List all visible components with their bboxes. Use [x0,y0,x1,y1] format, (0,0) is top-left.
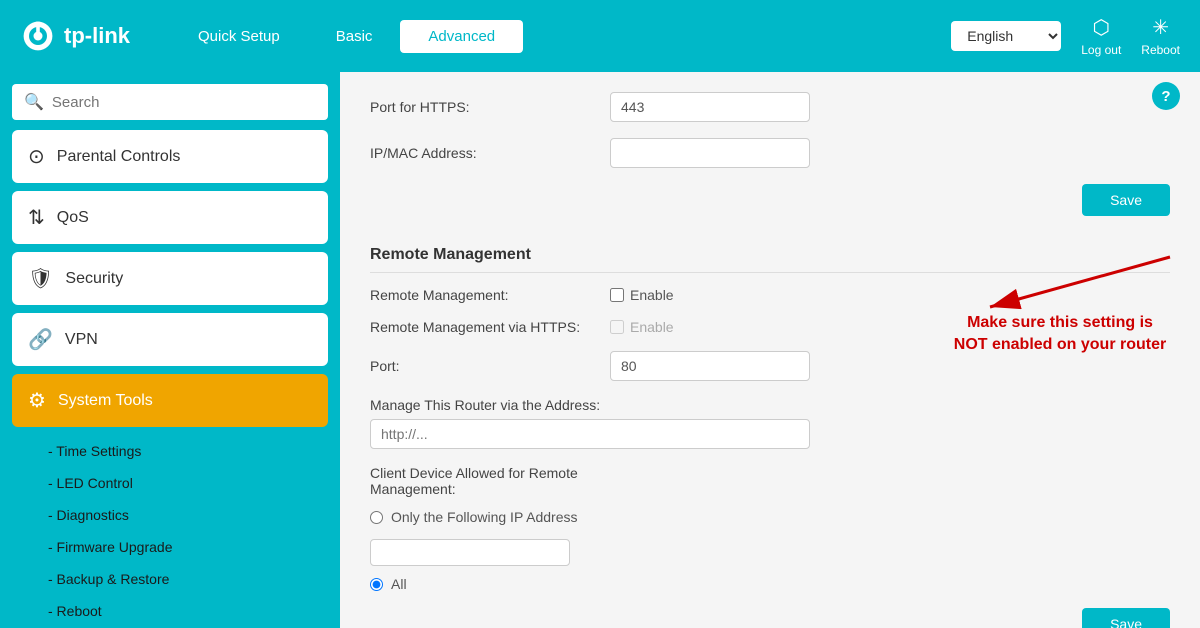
client-device-label: Client Device Allowed for Remote Managem… [370,465,610,497]
sidebar-item-qos[interactable]: ⇅ QoS [12,191,328,244]
sidebar-item-label: Security [65,270,123,288]
vpn-icon: 🔗 [28,327,53,352]
language-select[interactable]: English Chinese Spanish [951,21,1061,51]
save-row-remote: Save [370,608,1170,628]
radio-only-ip[interactable] [370,511,383,524]
ip-mac-group: IP/MAC Address: [370,138,1170,168]
remote-management-https-enable-label: Enable [630,319,674,335]
sidebar-item-parental-controls[interactable]: ⊙ Parental Controls [12,130,328,183]
sidebar-sub-reboot[interactable]: - Reboot [32,595,328,627]
sidebar-item-label: System Tools [58,392,153,410]
remote-management-checkbox-group: Enable [610,287,674,303]
security-icon: 🛡 [28,266,53,291]
sidebar-item-label: Parental Controls [57,148,181,166]
top-nav: tp-link Quick Setup Basic Advanced Engli… [0,0,1200,72]
remote-management-https-checkbox-group: Enable [610,319,674,335]
client-device-group: Client Device Allowed for Remote Managem… [370,465,1170,592]
sidebar-item-label: QoS [57,209,89,227]
help-icon[interactable]: ? [1152,82,1180,110]
content-area: ? Port for HTTPS: IP/MAC Address: Save R… [340,72,1200,628]
manage-address-label: Manage This Router via the Address: [370,397,610,413]
sidebar-sub-led-control[interactable]: - LED Control [32,467,328,499]
sidebar-item-security[interactable]: 🛡 Security [12,252,328,305]
radio-all[interactable] [370,578,383,591]
search-input[interactable] [52,94,316,111]
main-layout: 🔍 ⊙ Parental Controls ⇅ QoS 🛡 Security 🔗… [0,72,1200,628]
remote-management-label: Remote Management: [370,287,610,303]
remote-management-checkbox[interactable] [610,288,624,302]
nav-tabs: Quick Setup Basic Advanced [170,20,951,53]
system-tools-icon: ⚙ [28,388,46,413]
sidebar-item-vpn[interactable]: 🔗 VPN [12,313,328,366]
port-input[interactable] [610,351,810,381]
logout-label: Log out [1081,43,1121,57]
save-https-button[interactable]: Save [1082,184,1170,216]
tab-advanced[interactable]: Advanced [400,20,523,53]
save-row-https: Save [370,184,1170,236]
manage-address-group: Manage This Router via the Address: [370,397,1170,449]
logo-text: tp-link [64,23,130,49]
search-icon: 🔍 [24,92,44,112]
tab-basic[interactable]: Basic [308,20,401,53]
remote-management-group: Remote Management: Enable [370,287,1170,303]
ip-mac-input[interactable] [610,138,810,168]
radio-only-ip-label: Only the Following IP Address [391,509,578,525]
sidebar-item-system-tools[interactable]: ⚙ System Tools [12,374,328,427]
remote-management-https-checkbox[interactable] [610,320,624,334]
remote-management-https-label: Remote Management via HTTPS: [370,319,610,335]
qos-icon: ⇅ [28,205,45,230]
annotation-text: Make sure this setting is NOT enabled on… [950,312,1170,357]
sidebar-item-label: VPN [65,331,98,349]
manage-address-input[interactable] [370,419,810,449]
reboot-label: Reboot [1141,43,1180,57]
radio-only-ip-option: Only the Following IP Address [370,509,578,525]
reboot-button[interactable]: ✳ Reboot [1141,15,1180,57]
port-https-input[interactable] [610,92,810,122]
tab-quick-setup[interactable]: Quick Setup [170,20,308,53]
remote-management-section: Remote Management Remote Management: Ena… [370,246,1170,628]
https-section: Port for HTTPS: IP/MAC Address: Save [370,92,1170,236]
save-remote-button[interactable]: Save [1082,608,1170,628]
search-box: 🔍 [12,84,328,120]
port-https-label: Port for HTTPS: [370,99,610,115]
logout-icon: ⬡ [1093,15,1110,40]
sidebar-sub-diagnostics[interactable]: - Diagnostics [32,499,328,531]
reboot-icon: ✳ [1152,15,1169,40]
ip-mac-label: IP/MAC Address: [370,145,610,161]
sidebar: 🔍 ⊙ Parental Controls ⇅ QoS 🛡 Security 🔗… [0,72,340,628]
port-https-group: Port for HTTPS: [370,92,1170,122]
logout-button[interactable]: ⬡ Log out [1081,15,1121,57]
sidebar-sub-time-settings[interactable]: - Time Settings [32,435,328,467]
tp-link-logo-icon [20,18,56,54]
logo-area: tp-link [20,18,130,54]
sidebar-sub-backup-restore[interactable]: - Backup & Restore [32,563,328,595]
remote-management-enable-label: Enable [630,287,674,303]
ip-only-input[interactable] [370,539,570,566]
sidebar-sub-menu: - Time Settings - LED Control - Diagnost… [12,435,328,627]
radio-group: Only the Following IP Address All [370,509,578,592]
radio-all-option: All [370,576,578,592]
parental-controls-icon: ⊙ [28,144,45,169]
port-label: Port: [370,358,610,374]
sidebar-sub-firmware-upgrade[interactable]: - Firmware Upgrade [32,531,328,563]
remote-management-title: Remote Management [370,246,1170,273]
nav-right: English Chinese Spanish ⬡ Log out ✳ Rebo… [951,15,1180,57]
radio-all-label: All [391,576,407,592]
